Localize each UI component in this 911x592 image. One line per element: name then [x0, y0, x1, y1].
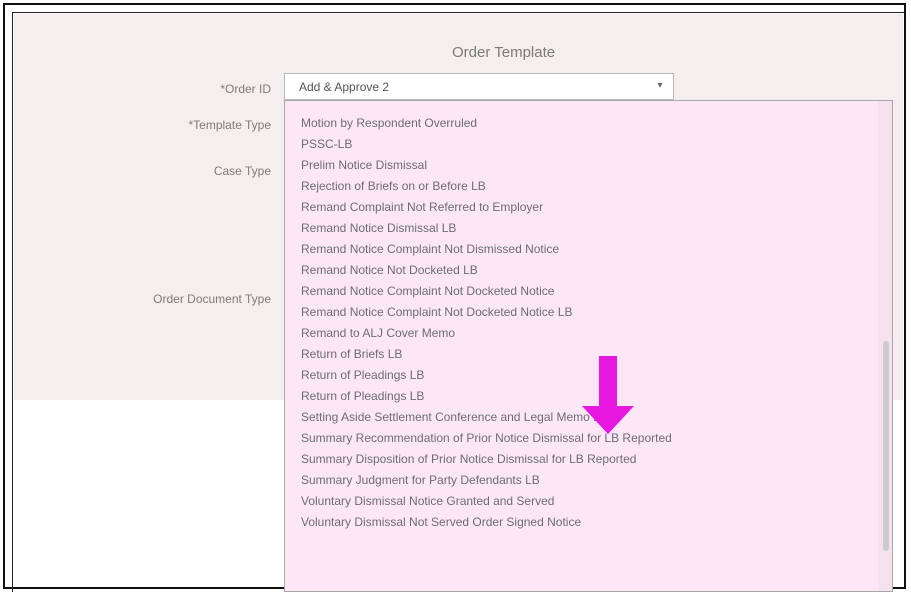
- order-id-label: *Order ID: [220, 82, 271, 96]
- dropdown-option[interactable]: Voluntary Dismissal Notice Granted and S…: [301, 491, 554, 511]
- inner-border-left: [12, 12, 13, 592]
- order-id-dropdown-list[interactable]: Motion by Respondent Overruled PSSC-LB P…: [284, 100, 893, 592]
- dropdown-option[interactable]: Remand Notice Complaint Not Dismissed No…: [301, 239, 559, 259]
- down-arrow-icon: [582, 356, 634, 434]
- dropdown-option[interactable]: Remand to ALJ Cover Memo: [301, 323, 455, 343]
- dropdown-option[interactable]: Voluntary Dismissal Not Served Order Sig…: [301, 512, 581, 532]
- form-title: Order Template: [452, 44, 556, 61]
- template-type-label: *Template Type: [188, 118, 272, 132]
- dropdown-option[interactable]: PSSC-LB: [301, 134, 352, 154]
- dropdown-option[interactable]: Return of Briefs LB: [301, 344, 402, 364]
- arrow-shaft: [599, 356, 617, 408]
- order-id-select[interactable]: Add & Approve 2 ▾: [284, 73, 674, 100]
- dropdown-option[interactable]: Remand Complaint Not Referred to Employe…: [301, 197, 543, 217]
- dropdown-scroll-thumb[interactable]: [883, 341, 889, 551]
- case-type-label: Case Type: [213, 164, 271, 178]
- dropdown-option[interactable]: Return of Pleadings LB: [301, 365, 424, 385]
- dropdown-option[interactable]: Remand Notice Dismissal LB: [301, 218, 456, 238]
- chevron-down-icon[interactable]: ▾: [653, 80, 667, 94]
- dropdown-option[interactable]: Summary Disposition of Prior Notice Dism…: [301, 449, 636, 469]
- inner-border-top: [12, 12, 905, 13]
- dropdown-option[interactable]: Setting Aside Settlement Conference and …: [301, 407, 608, 427]
- dropdown-option[interactable]: Return of Pleadings LB: [301, 386, 424, 406]
- dropdown-scrollbar[interactable]: [878, 101, 892, 591]
- dropdown-option[interactable]: Summary Judgment for Party Defendants LB: [301, 470, 540, 490]
- arrow-head: [582, 406, 634, 434]
- dropdown-option[interactable]: Prelim Notice Dismissal: [301, 155, 427, 175]
- dropdown-option[interactable]: Remand Notice Not Docketed LB: [301, 260, 478, 280]
- dropdown-option[interactable]: Remand Notice Complaint Not Docketed Not…: [301, 281, 554, 301]
- order-document-type-label: Order Document Type: [153, 292, 271, 306]
- dropdown-option[interactable]: Rejection of Briefs on or Before LB: [301, 176, 486, 196]
- order-id-selected-value: Add & Approve 2: [299, 80, 390, 94]
- dropdown-option[interactable]: Motion by Respondent Overruled: [301, 113, 477, 133]
- dropdown-option[interactable]: Remand Notice Complaint Not Docketed Not…: [301, 302, 572, 322]
